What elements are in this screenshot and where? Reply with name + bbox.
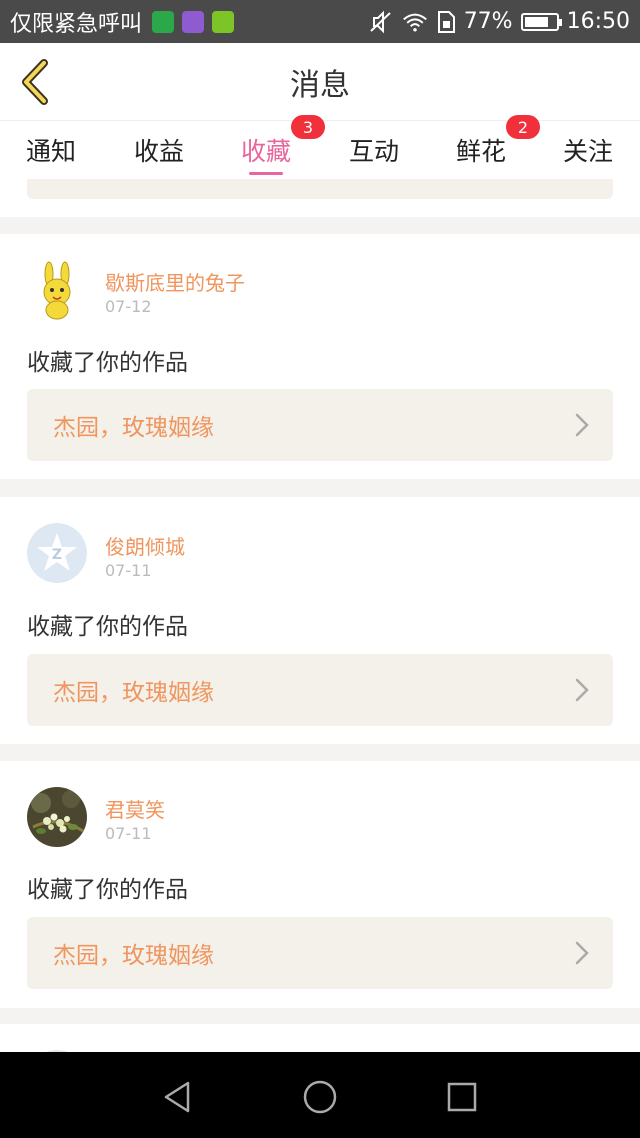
tab-label: 通知 xyxy=(25,137,76,166)
shield-app-icon xyxy=(212,10,235,33)
mute-icon xyxy=(369,10,391,33)
back-button[interactable] xyxy=(14,57,60,107)
work-title: 杰园，玫瑰姻缘 xyxy=(53,680,214,706)
tab-label: 收益 xyxy=(133,137,184,166)
work-title: 杰园，玫瑰姻缘 xyxy=(53,415,214,441)
unread-badge: 3 xyxy=(291,115,325,139)
timestamp: 07-11 xyxy=(105,561,152,580)
default-star-avatar[interactable]: Z xyxy=(27,523,87,583)
unread-badge: 2 xyxy=(506,115,540,139)
wifi-icon xyxy=(402,13,427,32)
tab-flowers[interactable]: 鲜花 2 xyxy=(450,115,540,179)
timestamp: 07-11 xyxy=(105,824,152,843)
carrier-text: 仅限紧急呼叫 xyxy=(10,11,143,37)
notification-icons xyxy=(152,10,235,33)
chevron-right-icon xyxy=(575,941,589,965)
list-item-partial xyxy=(0,179,640,217)
user-name[interactable]: 歇斯底里的兔子 xyxy=(105,267,245,296)
clock: 16:50 xyxy=(566,9,630,34)
user-name[interactable]: 君莫笑 xyxy=(105,794,165,823)
gallery-app-icon xyxy=(182,10,205,33)
flower-photo-avatar[interactable] xyxy=(27,787,87,847)
svg-text:Z: Z xyxy=(52,547,62,563)
system-icons: 77% 16:50 xyxy=(368,9,630,34)
work-link-partial[interactable] xyxy=(27,179,613,199)
recents-square-icon[interactable] xyxy=(442,1077,482,1117)
action-text: 收藏了你的作品 xyxy=(27,877,188,903)
work-link[interactable]: 杰园，玫瑰姻缘 xyxy=(27,654,613,726)
tab-label: 关注 xyxy=(562,137,613,166)
battery-icon xyxy=(520,12,562,31)
tab-notifications[interactable]: 通知 xyxy=(20,121,82,179)
list-item: 君莫笑 07-11 收藏了你的作品 杰园，玫瑰姻缘 xyxy=(0,761,640,1008)
tab-favorites[interactable]: 收藏 3 xyxy=(235,115,325,179)
tab-earnings[interactable]: 收益 xyxy=(128,121,190,179)
list-item: 歇斯底里的兔子 07-12 收藏了你的作品 杰园，玫瑰姻缘 xyxy=(0,234,640,479)
message-list[interactable]: 歇斯底里的兔子 07-12 收藏了你的作品 杰园，玫瑰姻缘 Z 俊朗倾城 07-… xyxy=(0,179,640,1052)
system-nav-bar xyxy=(0,1052,640,1138)
sim-card-icon xyxy=(437,10,455,33)
tab-label: 互动 xyxy=(348,137,399,166)
back-triangle-icon[interactable] xyxy=(158,1077,198,1117)
tab-label: 鲜花 xyxy=(455,137,506,166)
list-item: Z 俊朗倾城 07-11 收藏了你的作品 杰园，玫瑰姻缘 xyxy=(0,497,640,744)
action-text: 收藏了你的作品 xyxy=(27,350,188,376)
action-text: 收藏了你的作品 xyxy=(27,614,188,640)
work-link[interactable]: 杰园，玫瑰姻缘 xyxy=(27,389,613,461)
chevron-right-icon xyxy=(575,678,589,702)
chevron-right-icon xyxy=(575,413,589,437)
battery-percent: 77% xyxy=(463,9,513,34)
active-tab-indicator xyxy=(249,172,283,175)
user-name[interactable]: 俊朗倾城 xyxy=(105,531,185,560)
status-bar: 仅限紧急呼叫 77% 16:50 xyxy=(0,0,640,43)
app-header: 消息 xyxy=(0,43,640,121)
tab-label: 收藏 xyxy=(240,137,291,166)
page-title: 消息 xyxy=(290,67,350,103)
tab-following[interactable]: 关注 xyxy=(557,121,619,179)
sim-app-icon xyxy=(152,10,175,33)
tab-bar: 通知 收益 收藏 3 互动 鲜花 2 关注 xyxy=(0,115,640,179)
list-item-partial xyxy=(0,1024,640,1052)
tab-interactions[interactable]: 互动 xyxy=(343,121,405,179)
home-circle-icon[interactable] xyxy=(300,1077,340,1117)
rabbit-avatar[interactable] xyxy=(27,260,87,320)
timestamp: 07-12 xyxy=(105,297,152,316)
work-link[interactable]: 杰园，玫瑰姻缘 xyxy=(27,917,613,989)
work-title: 杰园，玫瑰姻缘 xyxy=(53,943,214,969)
